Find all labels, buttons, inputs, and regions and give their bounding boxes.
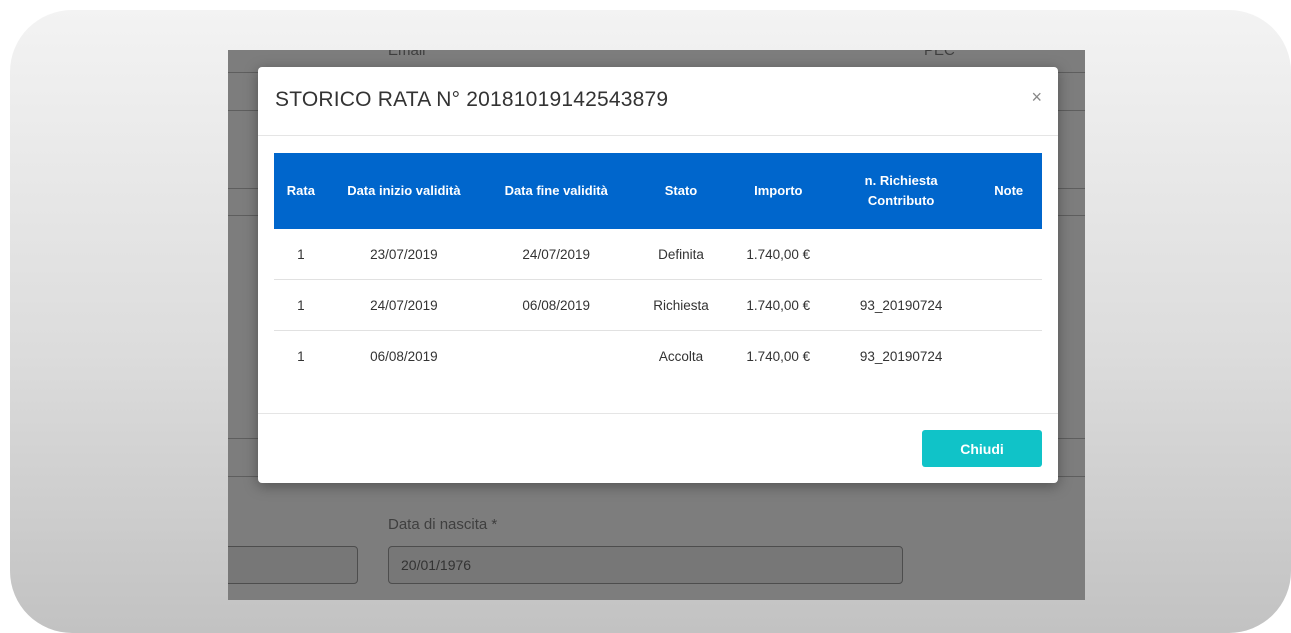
cell-notes — [975, 229, 1042, 280]
column-header-status: Stato — [632, 153, 730, 229]
modal-footer: Chiudi — [258, 413, 1058, 484]
birth-date-label: Data di nascita * — [388, 516, 498, 533]
cell-notes — [975, 279, 1042, 331]
cell-amount: 1.740,00 € — [729, 330, 827, 381]
column-header-request-number: n. Richiesta Contributo — [826, 153, 976, 229]
cell-status: Definita — [658, 246, 704, 262]
cell-amount: 1.740,00 € — [746, 246, 811, 262]
table-header-row: Rata Data inizio validità Data fine vali… — [274, 153, 1042, 229]
modal-header: STORICO RATA N° 20181019142543879 × — [258, 67, 1058, 136]
cell-start-date: 06/08/2019 — [327, 330, 481, 381]
cell-rata: 1 — [274, 330, 328, 381]
cell-request-number: 93_20190724 — [826, 330, 976, 381]
cell-status: Accolta — [632, 330, 730, 381]
column-header-rata: Rata — [274, 153, 328, 229]
cell-amount: 1.740,00 € — [729, 279, 827, 331]
cell-request-number — [827, 229, 975, 280]
cell-end-date: 24/07/2019 — [522, 246, 590, 262]
email-label: Email — [388, 50, 426, 59]
table-row: 1 24/07/2019 06/08/2019 Richiesta 1.740,… — [274, 279, 1042, 331]
cell-start-date: 23/07/2019 — [370, 246, 438, 262]
column-header-amount: Importo — [729, 153, 827, 229]
text-field[interactable] — [228, 546, 358, 584]
cell-start-date: 24/07/2019 — [327, 279, 481, 331]
cell-notes — [975, 330, 1042, 381]
table-row: 1 06/08/2019 Accolta 1.740,00 € 93_20190… — [274, 330, 1042, 381]
cell-end-date: 06/08/2019 — [480, 279, 633, 331]
cell-end-date — [480, 330, 633, 381]
cell-rata: 1 — [297, 246, 305, 262]
close-icon[interactable]: × — [1031, 88, 1042, 106]
birth-date-field[interactable]: 20/01/1976 — [388, 546, 903, 584]
modal-body: Rata Data inizio validità Data fine vali… — [274, 153, 1042, 381]
close-button[interactable]: Chiudi — [922, 430, 1042, 467]
column-header-notes: Note — [975, 153, 1042, 229]
modal-title: STORICO RATA N° 20181019142543879 — [275, 88, 669, 111]
pec-label: PEC — [924, 50, 955, 59]
cell-rata: 1 — [274, 279, 328, 331]
table-row: 1 23/07/2019 24/07/2019 Definita 1.740,0… — [274, 229, 1042, 280]
column-header-start-date: Data inizio validità — [327, 153, 481, 229]
column-header-end-date: Data fine validità — [480, 153, 633, 229]
cell-request-number: 93_20190724 — [826, 279, 976, 331]
cell-status: Richiesta — [632, 279, 730, 331]
rate-history-table: Rata Data inizio validità Data fine vali… — [274, 153, 1042, 381]
rate-history-modal: STORICO RATA N° 20181019142543879 × Rata… — [258, 67, 1058, 483]
